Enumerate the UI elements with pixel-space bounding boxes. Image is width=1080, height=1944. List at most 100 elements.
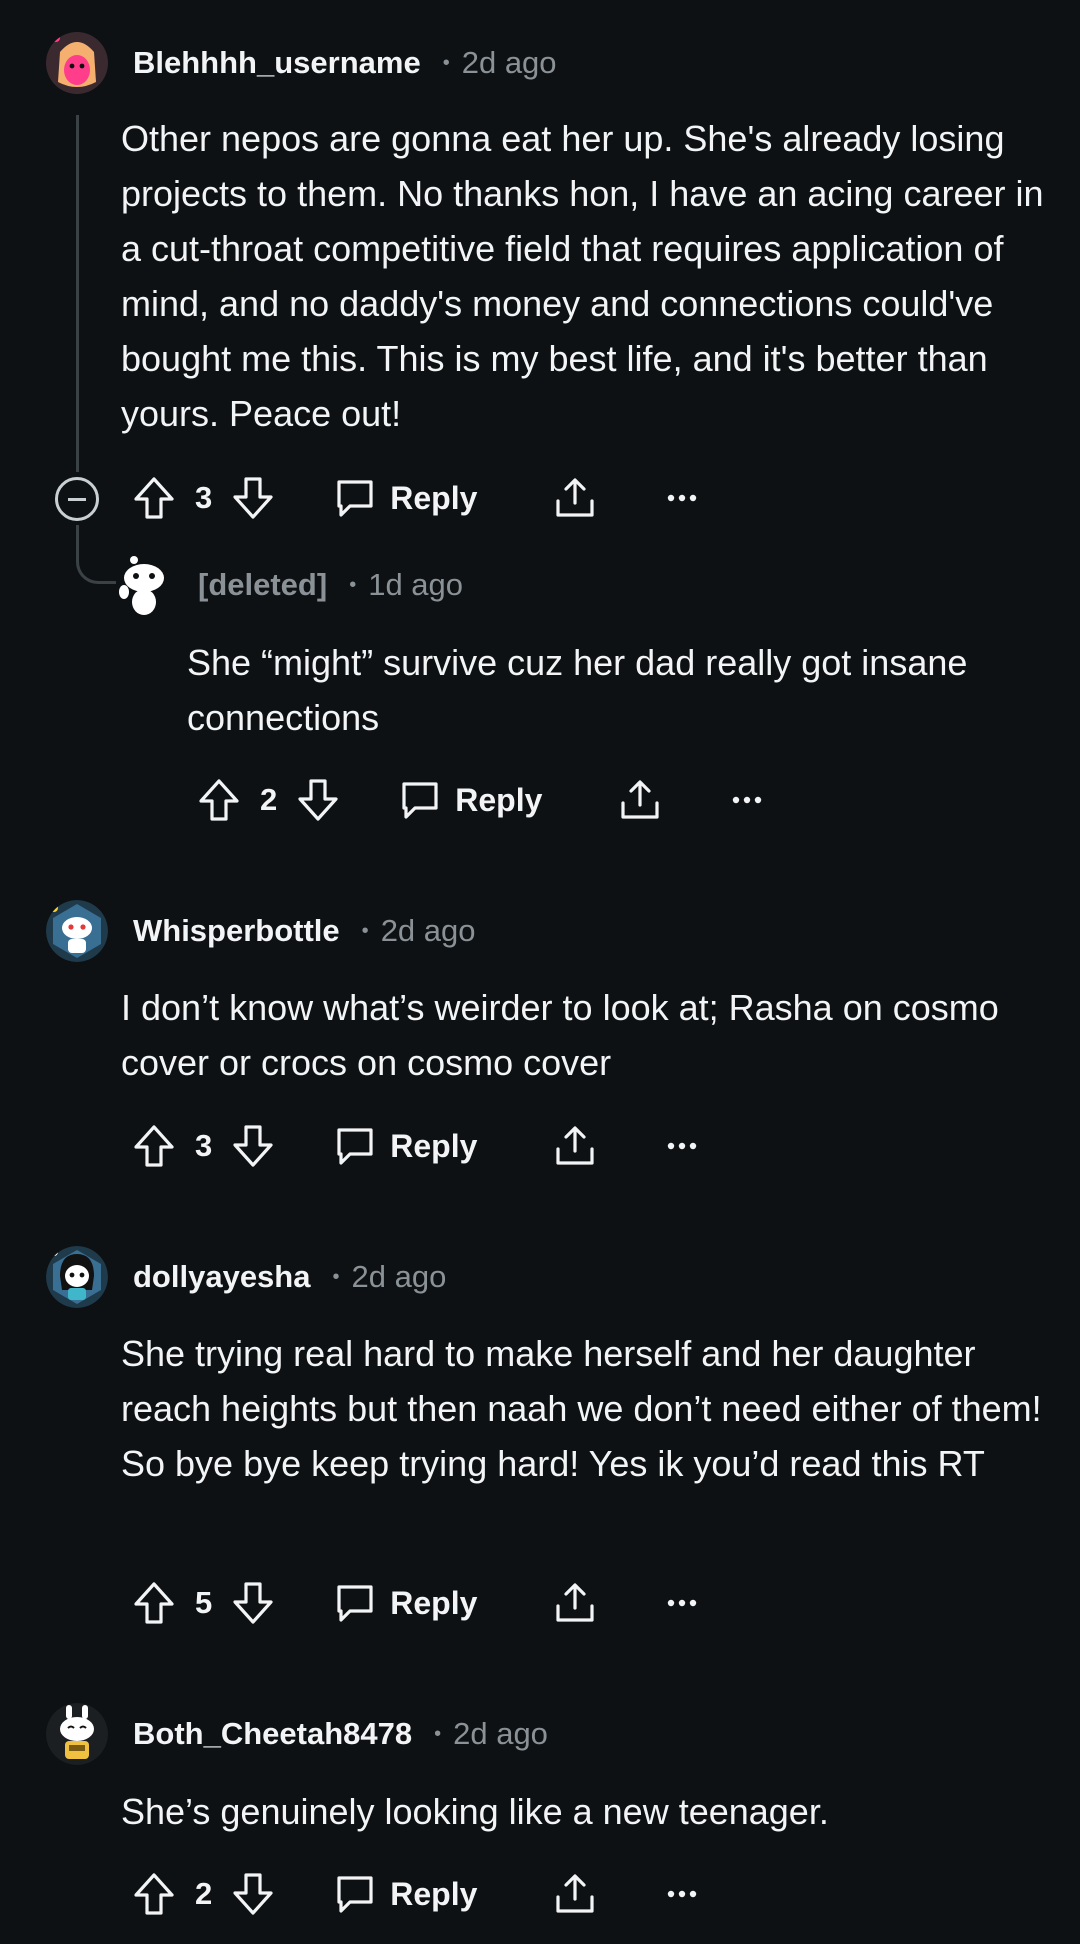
vote-score: 3 (195, 1128, 213, 1163)
timestamp: 2d ago (380, 913, 476, 948)
avatar[interactable] (46, 32, 108, 94)
share-upload-icon (556, 1126, 594, 1165)
avatar[interactable] (46, 1703, 108, 1765)
reply-label: Reply (390, 1127, 478, 1164)
share-button[interactable] (553, 1124, 597, 1168)
downvote-arrow-icon (298, 779, 338, 821)
share-upload-icon (556, 478, 594, 517)
reply-button[interactable]: Reply (334, 1873, 477, 1915)
timestamp: 2d ago (453, 1716, 548, 1751)
downvote-button[interactable] (232, 1581, 274, 1625)
share-upload-icon (556, 1874, 594, 1913)
more-options-button[interactable] (732, 795, 762, 805)
username[interactable]: Blehhhh_username (133, 45, 421, 81)
comment-header: Both_Cheetah8478 • 2d ago (133, 1703, 548, 1765)
reply-label: Reply (455, 781, 543, 818)
comment-header: [deleted] • 1d ago (198, 554, 463, 616)
upvote-button[interactable] (133, 476, 175, 520)
timestamp: 2d ago (461, 45, 557, 80)
avatar[interactable] (114, 554, 174, 618)
comment-body: She “might” survive cuz her dad really g… (187, 642, 968, 738)
downvote-button[interactable] (232, 476, 274, 520)
avatar[interactable] (46, 900, 108, 962)
separator-dot: • (361, 919, 369, 942)
more-options-button[interactable] (667, 1141, 697, 1151)
more-options-button[interactable] (667, 1889, 697, 1899)
separator-dot: • (349, 573, 357, 596)
upvote-button[interactable] (133, 1581, 175, 1625)
speech-bubble-icon (337, 1876, 373, 1913)
ellipsis-icon (733, 796, 762, 804)
reply-button[interactable]: Reply (334, 1125, 477, 1167)
snoo-avatar-pink-icon (46, 32, 108, 94)
username[interactable]: Whisperbottle (133, 913, 340, 949)
vote-score: 3 (195, 480, 213, 515)
upvote-arrow-icon (134, 477, 174, 519)
comment-actions: 3 Reply (133, 468, 697, 528)
vote-score: 2 (260, 782, 278, 817)
comment-header: Whisperbottle • 2d ago (133, 900, 476, 962)
username[interactable]: [deleted] (198, 567, 327, 603)
upvote-arrow-icon (134, 1582, 174, 1624)
share-button[interactable] (618, 778, 662, 822)
upvote-arrow-icon (199, 779, 239, 821)
vote-score: 2 (195, 1876, 213, 1911)
ellipsis-icon (668, 494, 697, 502)
vote-score: 5 (195, 1585, 213, 1620)
separator-dot: • (434, 1722, 442, 1745)
comment-body: She trying real hard to make herself and… (121, 1333, 1042, 1484)
downvote-button[interactable] (232, 1124, 274, 1168)
ellipsis-icon (668, 1890, 697, 1898)
reply-label: Reply (390, 1875, 478, 1912)
speech-bubble-icon (337, 1585, 373, 1622)
comment-actions: 2 Reply (133, 1864, 697, 1924)
share-upload-icon (556, 1583, 594, 1622)
collapse-thread-button[interactable] (55, 477, 99, 521)
thread-line (76, 115, 79, 472)
reply-label: Reply (390, 479, 478, 516)
snoo-avatar-bunny-icon (46, 1703, 108, 1765)
upvote-button[interactable] (198, 778, 240, 822)
ellipsis-icon (668, 1599, 697, 1607)
comment-body: I don’t know what’s weirder to look at; … (121, 987, 999, 1083)
username[interactable]: Both_Cheetah8478 (133, 1716, 412, 1752)
comment-header: dollyayesha • 2d ago (133, 1246, 446, 1308)
downvote-arrow-icon (233, 477, 273, 519)
upvote-arrow-icon (134, 1873, 174, 1915)
reply-button[interactable]: Reply (334, 477, 477, 519)
comment-header: Blehhhh_username • 2d ago (133, 32, 557, 94)
downvote-button[interactable] (297, 778, 339, 822)
downvote-arrow-icon (233, 1582, 273, 1624)
upvote-arrow-icon (134, 1125, 174, 1167)
speech-bubble-icon (337, 1128, 373, 1165)
comment-actions: 3 Reply (133, 1116, 697, 1176)
speech-bubble-icon (337, 480, 373, 517)
snoo-avatar-dark-hair-icon (46, 1246, 108, 1308)
comment-body: Other nepos are gonna eat her up. She's … (121, 118, 1044, 434)
snoo-avatar-blue-icon (46, 900, 108, 962)
separator-dot: • (442, 51, 450, 74)
upvote-button[interactable] (133, 1872, 175, 1916)
separator-dot: • (332, 1265, 340, 1288)
upvote-button[interactable] (133, 1124, 175, 1168)
more-options-button[interactable] (667, 493, 697, 503)
timestamp: 1d ago (368, 567, 464, 602)
comment-actions: 5 Reply (133, 1573, 697, 1633)
downvote-button[interactable] (232, 1872, 274, 1916)
deleted-user-snoo-icon (119, 556, 164, 615)
reply-connector (76, 544, 116, 584)
share-button[interactable] (553, 476, 597, 520)
avatar[interactable] (46, 1246, 108, 1308)
reply-button[interactable]: Reply (334, 1582, 477, 1624)
more-options-button[interactable] (667, 1598, 697, 1608)
reply-label: Reply (390, 1584, 478, 1621)
share-button[interactable] (553, 1872, 597, 1916)
share-button[interactable] (553, 1581, 597, 1625)
timestamp: 2d ago (351, 1259, 447, 1294)
downvote-arrow-icon (233, 1125, 273, 1167)
share-upload-icon (621, 780, 659, 819)
reply-button[interactable]: Reply (399, 779, 542, 821)
comment-actions: 2 Reply (198, 770, 762, 830)
username[interactable]: dollyayesha (133, 1259, 310, 1295)
comment-body: She’s genuinely looking like a new teena… (121, 1791, 829, 1832)
